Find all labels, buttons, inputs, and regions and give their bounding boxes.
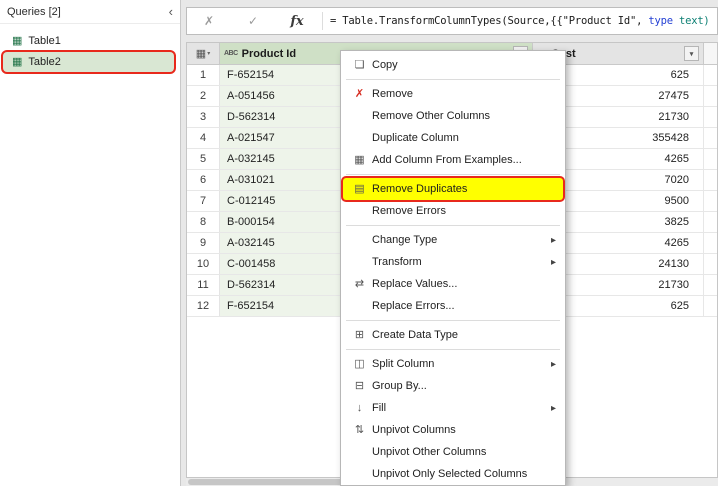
- submenu-arrow-icon: ▸: [550, 402, 556, 414]
- menu-separator: [346, 79, 560, 80]
- queries-list: ▦ Table1 ▦ Table2: [0, 24, 180, 72]
- row-number[interactable]: 10: [187, 254, 220, 274]
- select-all-corner[interactable]: ▦ ▾: [187, 43, 220, 65]
- menu-item-replace-errors[interactable]: Replace Errors...: [343, 295, 563, 317]
- menu-separator: [346, 174, 560, 175]
- menu-item-label: Remove: [372, 88, 413, 100]
- table-icon: ▦: [12, 55, 23, 68]
- menu-item-unpivot-other-columns[interactable]: Unpivot Other Columns: [343, 441, 563, 463]
- row-number[interactable]: 12: [187, 296, 220, 316]
- commit-formula-icon[interactable]: ✓: [231, 14, 275, 28]
- text-type-icon: ABC: [224, 50, 238, 57]
- row-number[interactable]: 7: [187, 191, 220, 211]
- menu-item-unpivot-columns[interactable]: ⇅ Unpivot Columns: [343, 419, 563, 441]
- menu-item-label: Transform: [372, 256, 422, 268]
- menu-separator: [346, 320, 560, 321]
- row-number[interactable]: 6: [187, 170, 220, 190]
- menu-item-change-type[interactable]: Change Type ▸: [343, 229, 563, 251]
- menu-item-duplicate-column[interactable]: Duplicate Column: [343, 127, 563, 149]
- row-number[interactable]: 1: [187, 65, 220, 85]
- row-number[interactable]: 3: [187, 107, 220, 127]
- formula-bar-divider: [322, 12, 323, 30]
- menu-item-replace-values[interactable]: ⇄ Replace Values...: [343, 273, 563, 295]
- menu-item-label: Remove Errors: [372, 205, 446, 217]
- menu-item-label: Unpivot Columns: [372, 424, 456, 436]
- group-by-icon: ⊟: [354, 379, 365, 392]
- queries-panel-title: Queries [2]: [7, 5, 61, 18]
- menu-item-group-by[interactable]: ⊟ Group By...: [343, 375, 563, 397]
- remove-duplicates-icon: ▤: [354, 182, 365, 195]
- split-column-icon: ◫: [354, 357, 365, 370]
- submenu-arrow-icon: ▸: [550, 234, 556, 246]
- menu-item-remove-other-columns[interactable]: Remove Other Columns: [343, 105, 563, 127]
- cancel-formula-icon[interactable]: ✗: [187, 14, 231, 28]
- fill-icon: ↓: [356, 401, 363, 414]
- formula-bar: ✗ ✓ fx = Table.TransformColumnTypes(Sour…: [186, 7, 718, 35]
- query-item-label: Table2: [28, 56, 61, 68]
- menu-item-split-column[interactable]: ◫ Split Column ▸: [343, 353, 563, 375]
- menu-item-label: Copy: [372, 59, 398, 71]
- row-number[interactable]: 4: [187, 128, 220, 148]
- queries-panel-header: Queries [2] ‹: [0, 0, 180, 24]
- menu-item-copy[interactable]: ❏ Copy: [343, 54, 563, 76]
- menu-item-label: Unpivot Only Selected Columns: [372, 468, 528, 480]
- menu-separator: [346, 349, 560, 350]
- menu-item-fill[interactable]: ↓ Fill ▸: [343, 397, 563, 419]
- query-item-label: Table1: [28, 35, 61, 47]
- menu-item-label: Group By...: [372, 380, 427, 392]
- queries-panel: Queries [2] ‹ ▦ Table1 ▦ Table2: [0, 0, 181, 486]
- filter-dropdown-icon[interactable]: ▾: [684, 46, 699, 61]
- menu-item-remove-duplicates[interactable]: ▤ Remove Duplicates: [343, 178, 563, 200]
- menu-item-label: Unpivot Other Columns: [372, 446, 487, 458]
- row-number[interactable]: 5: [187, 149, 220, 169]
- submenu-arrow-icon: ▸: [550, 256, 556, 268]
- menu-item-label: Add Column From Examples...: [372, 154, 522, 166]
- fx-icon: fx: [290, 13, 304, 29]
- menu-item-label: Remove Other Columns: [372, 110, 490, 122]
- menu-item-remove-errors[interactable]: Remove Errors: [343, 200, 563, 222]
- formula-segment: = Table.TransformColumnTypes(Source,{{"P…: [330, 15, 649, 27]
- add-column-from-examples-icon: ▦: [354, 153, 365, 166]
- menu-item-label: Duplicate Column: [372, 132, 459, 144]
- menu-item-label: Replace Values...: [372, 278, 458, 290]
- row-number[interactable]: 11: [187, 275, 220, 295]
- menu-item-label: Change Type: [372, 234, 438, 246]
- formula-segment: text): [672, 15, 710, 27]
- unpivot-columns-icon: ⇅: [354, 423, 365, 436]
- row-number[interactable]: 8: [187, 212, 220, 232]
- row-number[interactable]: 2: [187, 86, 220, 106]
- query-item-table1[interactable]: ▦ Table1: [3, 31, 174, 51]
- corner-dropdown-icon: ▾: [207, 51, 211, 57]
- create-data-type-icon: ⊞: [354, 328, 365, 341]
- menu-item-transform[interactable]: Transform ▸: [343, 251, 563, 273]
- context-menu: ❏ Copy ✗ Remove Remove Other Columns Duplicat…: [340, 50, 566, 486]
- menu-item-create-data-type[interactable]: ⊞ Create Data Type: [343, 324, 563, 346]
- menu-item-remove[interactable]: ✗ Remove: [343, 83, 563, 105]
- menu-item-label: Fill: [372, 402, 387, 414]
- collapse-panel-icon[interactable]: ‹: [169, 5, 173, 18]
- formula-segment: type: [648, 15, 673, 27]
- query-item-table2[interactable]: ▦ Table2: [3, 52, 174, 72]
- formula-input[interactable]: = Table.TransformColumnTypes(Source,{{"P…: [326, 15, 717, 27]
- remove-icon: ✗: [354, 87, 365, 100]
- menu-item-unpivot-only-selected-columns[interactable]: Unpivot Only Selected Columns: [343, 463, 563, 485]
- row-number[interactable]: 9: [187, 233, 220, 253]
- menu-item-label: Remove Duplicates: [372, 183, 468, 195]
- header-filler: [704, 43, 717, 65]
- table-corner-icon: ▦: [195, 48, 207, 60]
- menu-item-label: Create Data Type: [372, 329, 459, 341]
- menu-item-label: Split Column: [372, 358, 435, 370]
- copy-icon: ❏: [354, 58, 365, 71]
- menu-item-add-column-from-examples[interactable]: ▦ Add Column From Examples...: [343, 149, 563, 171]
- replace-values-icon: ⇄: [354, 277, 365, 290]
- menu-item-label: Replace Errors...: [372, 300, 455, 312]
- menu-separator: [346, 225, 560, 226]
- column-header-label: Product Id: [241, 47, 297, 60]
- submenu-arrow-icon: ▸: [550, 358, 556, 370]
- table-icon: ▦: [12, 34, 23, 47]
